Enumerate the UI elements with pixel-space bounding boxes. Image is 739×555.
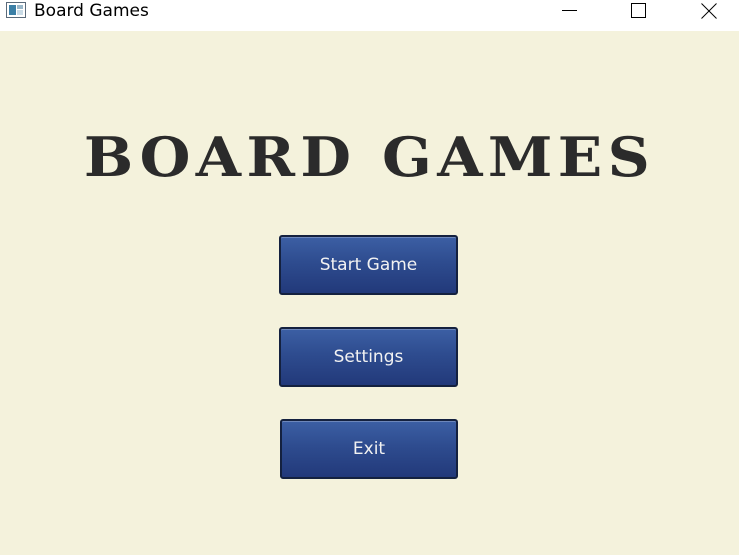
maximize-button[interactable]: [616, 0, 662, 22]
app-window: Board Games BOARD GAMES Start Game Setti…: [0, 0, 739, 555]
app-icon[interactable]: [6, 2, 26, 18]
close-icon: [701, 3, 717, 19]
close-button[interactable]: [686, 0, 732, 22]
minimize-button[interactable]: [547, 0, 593, 22]
minimize-icon: [562, 10, 577, 11]
start-game-button[interactable]: Start Game: [279, 235, 458, 295]
page-title: BOARD GAMES: [83, 125, 656, 189]
window-title: Board Games: [34, 1, 149, 21]
maximize-icon: [631, 3, 646, 18]
exit-button[interactable]: Exit: [280, 419, 458, 479]
settings-button[interactable]: Settings: [279, 327, 458, 387]
title-bar[interactable]: Board Games: [0, 0, 739, 31]
